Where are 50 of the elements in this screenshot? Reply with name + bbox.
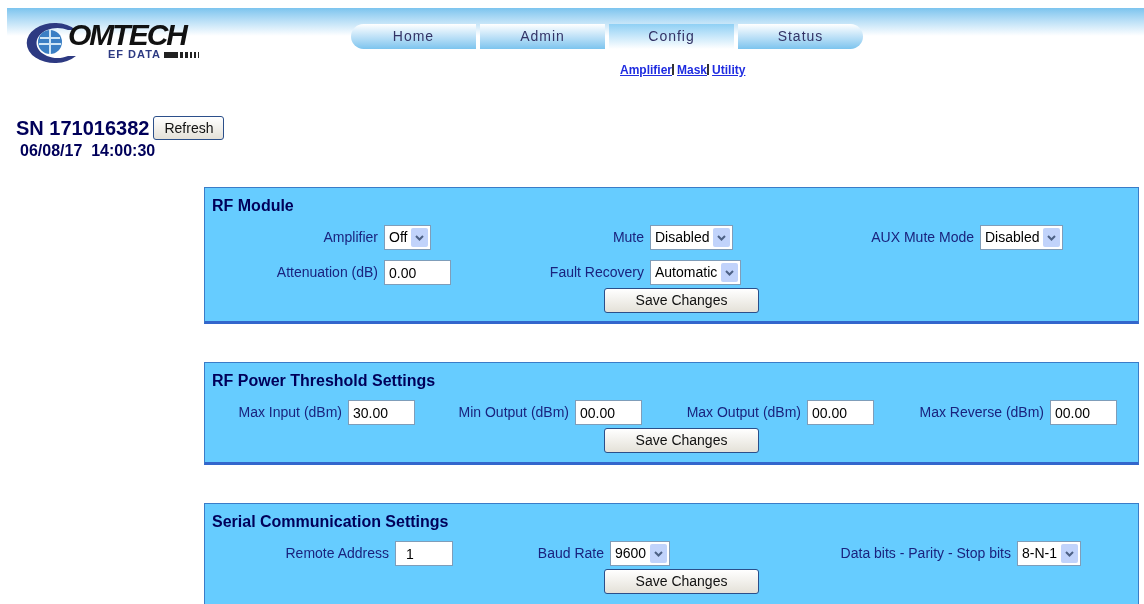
input-field[interactable]: 00.00 (807, 400, 874, 425)
sub-nav-link[interactable]: Mask (677, 61, 708, 79)
panel-title: Serial Communication Settings (212, 512, 449, 532)
field-label: Attenuation (dB) (275, 263, 379, 282)
dropdown[interactable]: 8-N-1 (1017, 541, 1081, 566)
input-field[interactable]: 30.00 (348, 400, 415, 425)
chevron-icon (1043, 228, 1061, 247)
input-field[interactable]: 00.00 (1050, 400, 1117, 425)
input-field[interactable]: 1 (395, 541, 453, 566)
field-label: Baud Rate (536, 544, 605, 563)
field-label: Min Output (dBm) (457, 403, 570, 422)
field-label: Amplifier (322, 228, 379, 247)
field-label: Max Output (dBm) (685, 403, 802, 422)
nav-tab[interactable]: Status (738, 24, 863, 49)
field-label: Remote Address (284, 544, 390, 563)
logo-subtitle: EF DATA (108, 49, 162, 60)
nav-tab[interactable]: Config (609, 24, 734, 49)
date-time: 06/08/17 14:00:30 (20, 142, 156, 160)
field-label: Max Input (dBm) (237, 403, 343, 422)
link-separator (672, 64, 674, 75)
dropdown[interactable]: Disabled (980, 225, 1064, 250)
dropdown[interactable]: Disabled (650, 225, 734, 250)
chevron-icon (713, 228, 731, 247)
chevron-icon (411, 228, 429, 247)
serial-number: SN 171016382 (16, 117, 150, 139)
chevron-icon (1061, 544, 1078, 563)
chevron-icon (650, 544, 668, 563)
chevron-icon (721, 263, 739, 282)
sub-nav-link[interactable]: Amplifier (620, 61, 672, 79)
field-label: Max Reverse (dBm) (918, 403, 1045, 422)
field-label: Mute (611, 228, 645, 247)
save-changes-button[interactable]: Save Changes (604, 288, 759, 313)
dropdown[interactable]: Automatic (650, 260, 742, 285)
field-label: Data bits - Parity - Stop bits (839, 544, 1012, 563)
panel-title: RF Module (212, 196, 294, 216)
link-separator (707, 64, 710, 75)
nav-tab[interactable]: Home (351, 24, 476, 49)
save-changes-button[interactable]: Save Changes (604, 569, 759, 594)
dropdown[interactable]: 9600 (610, 541, 671, 566)
refresh-button[interactable]: Refresh (153, 116, 225, 140)
logo-wordmark: OMTECH (68, 20, 189, 50)
field-label: AUX Mute Mode (870, 228, 975, 247)
dropdown[interactable]: Off (384, 225, 432, 250)
input-field[interactable]: 0.00 (384, 260, 451, 285)
panel-title: RF Power Threshold Settings (212, 371, 436, 391)
nav-tab[interactable]: Admin (480, 24, 605, 49)
field-label: Fault Recovery (548, 263, 645, 282)
save-changes-button[interactable]: Save Changes (604, 428, 759, 453)
input-field[interactable]: 00.00 (575, 400, 642, 425)
sub-nav-link[interactable]: Utility (712, 61, 746, 79)
